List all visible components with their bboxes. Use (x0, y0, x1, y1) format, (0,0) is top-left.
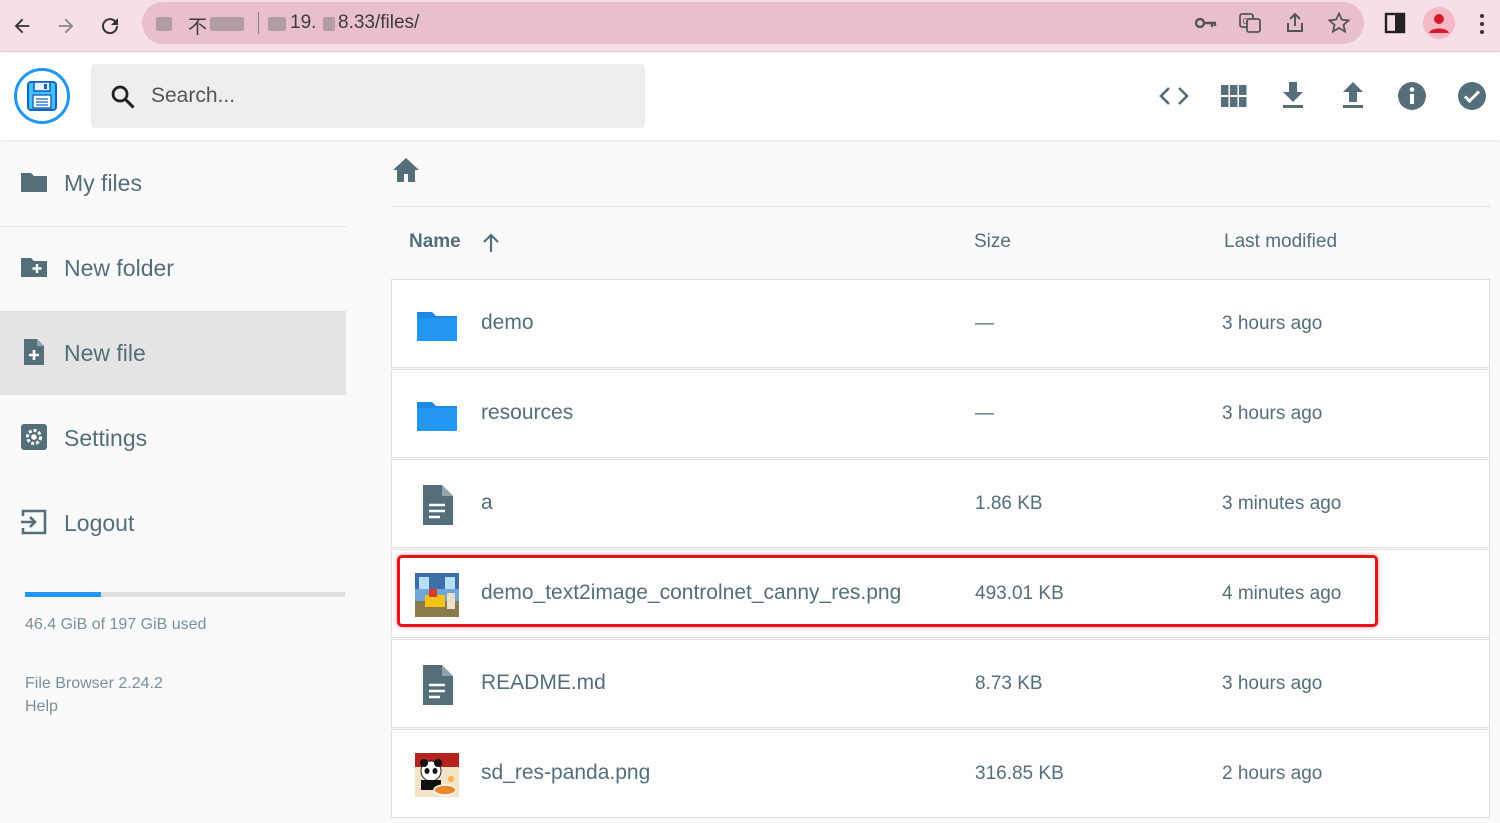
help-link[interactable]: Help (25, 698, 58, 716)
address-bar[interactable]: 不 19. 8.33/files/ G (142, 2, 1364, 44)
file-row[interactable]: demo_text2image_controlnet_canny_res.png… (391, 549, 1490, 638)
key-icon[interactable] (1194, 12, 1218, 39)
sidebar-item-label: Settings (64, 424, 148, 451)
sidebar-item-label: My files (64, 169, 142, 196)
app-header (0, 53, 1500, 140)
sort-ascending-icon[interactable] (479, 231, 503, 260)
sidebar-item-label: Logout (64, 509, 135, 536)
sidebar-item-label: New folder (64, 254, 174, 281)
info-icon[interactable] (1392, 76, 1432, 116)
blurred-text (323, 17, 335, 31)
storage-progress-fill (25, 592, 101, 597)
logout-icon (21, 509, 47, 535)
url-mid: 19. (290, 12, 317, 33)
storage-usage-text: 46.4 GiB of 197 GiB used (25, 616, 207, 633)
download-icon[interactable] (1273, 76, 1313, 116)
image-thumbnail (414, 572, 460, 618)
search-icon (109, 83, 137, 116)
file-name: demo_text2image_controlnet_canny_res.png (481, 581, 902, 604)
sidebar-item-label: New file (64, 339, 146, 366)
sidebar-item-settings[interactable]: Settings (0, 396, 346, 480)
file-size: 493.01 KB (975, 583, 1064, 604)
folder-plus-icon (21, 258, 47, 277)
column-header-name[interactable]: Name (409, 231, 461, 253)
image-thumbnail (414, 752, 460, 798)
reload-icon[interactable] (90, 6, 130, 46)
bookmark-star-icon[interactable] (1327, 11, 1351, 40)
settings-icon (21, 424, 47, 450)
divider (391, 206, 1490, 207)
file-size: 316.85 KB (975, 763, 1064, 784)
back-icon[interactable] (2, 6, 42, 46)
file-modified: 3 hours ago (1222, 673, 1323, 694)
storage-progress-bar (25, 592, 345, 597)
folder-icon (21, 173, 47, 192)
folder-icon (414, 392, 460, 438)
search-input[interactable] (151, 78, 621, 114)
sidebar-item-my-files[interactable]: My files (0, 141, 346, 225)
profile-avatar-icon[interactable] (1423, 7, 1455, 39)
grid-view-icon[interactable] (1214, 76, 1254, 116)
file-plus-icon (24, 339, 44, 365)
menu-kebab-icon[interactable] (1476, 12, 1488, 41)
url-text: 8.33/files/ (338, 12, 420, 33)
home-icon[interactable] (392, 157, 420, 188)
file-modified: 3 hours ago (1222, 313, 1323, 334)
file-name: demo (481, 311, 534, 334)
code-icon[interactable] (1154, 76, 1194, 116)
search-box[interactable] (91, 64, 645, 128)
column-header-modified[interactable]: Last modified (1224, 231, 1337, 253)
file-modified: 3 hours ago (1222, 403, 1323, 424)
file-name: README.md (481, 671, 606, 694)
file-size: 8.73 KB (975, 673, 1043, 694)
side-panel-icon[interactable] (1383, 11, 1407, 40)
column-header-size[interactable]: Size (974, 231, 1011, 253)
file-name: sd_res-panda.png (481, 761, 651, 784)
forward-icon[interactable] (46, 6, 86, 46)
file-name: resources (481, 401, 574, 424)
file-modified: 4 minutes ago (1222, 583, 1342, 604)
version-text: File Browser 2.24.2 (25, 675, 163, 692)
url-prefix-char: 不 (188, 17, 208, 38)
blurred-text (156, 17, 172, 31)
blurred-text (210, 17, 244, 31)
sidebar-item-new-folder[interactable]: New folder (0, 226, 346, 310)
file-size: 1.86 KB (975, 493, 1043, 514)
check-circle-icon[interactable] (1452, 76, 1492, 116)
file-row[interactable]: README.md 8.73 KB 3 hours ago (391, 639, 1490, 728)
upload-icon[interactable] (1333, 76, 1373, 116)
file-row[interactable]: demo — 3 hours ago (391, 279, 1490, 368)
blurred-text (268, 17, 286, 31)
file-name: a (481, 491, 493, 514)
document-icon (414, 662, 460, 708)
filebrowser-logo-icon[interactable] (14, 68, 70, 124)
file-row[interactable]: resources — 3 hours ago (391, 369, 1490, 458)
file-row[interactable]: sd_res-panda.png 316.85 KB 2 hours ago (391, 729, 1490, 818)
share-icon[interactable] (1283, 11, 1307, 40)
sidebar-item-new-file[interactable]: New file (0, 311, 346, 395)
svg-text:G: G (1243, 17, 1249, 26)
file-modified: 3 minutes ago (1222, 493, 1342, 514)
translate-icon[interactable]: G (1238, 11, 1262, 40)
document-icon (414, 482, 460, 528)
file-size: — (975, 313, 994, 334)
divider (258, 12, 259, 34)
browser-toolbar: 不 19. 8.33/files/ G (0, 0, 1500, 52)
file-modified: 2 hours ago (1222, 763, 1323, 784)
file-size: — (975, 403, 994, 424)
folder-icon (414, 302, 460, 348)
file-row[interactable]: a 1.86 KB 3 minutes ago (391, 459, 1490, 548)
sidebar-item-logout[interactable]: Logout (0, 481, 346, 565)
